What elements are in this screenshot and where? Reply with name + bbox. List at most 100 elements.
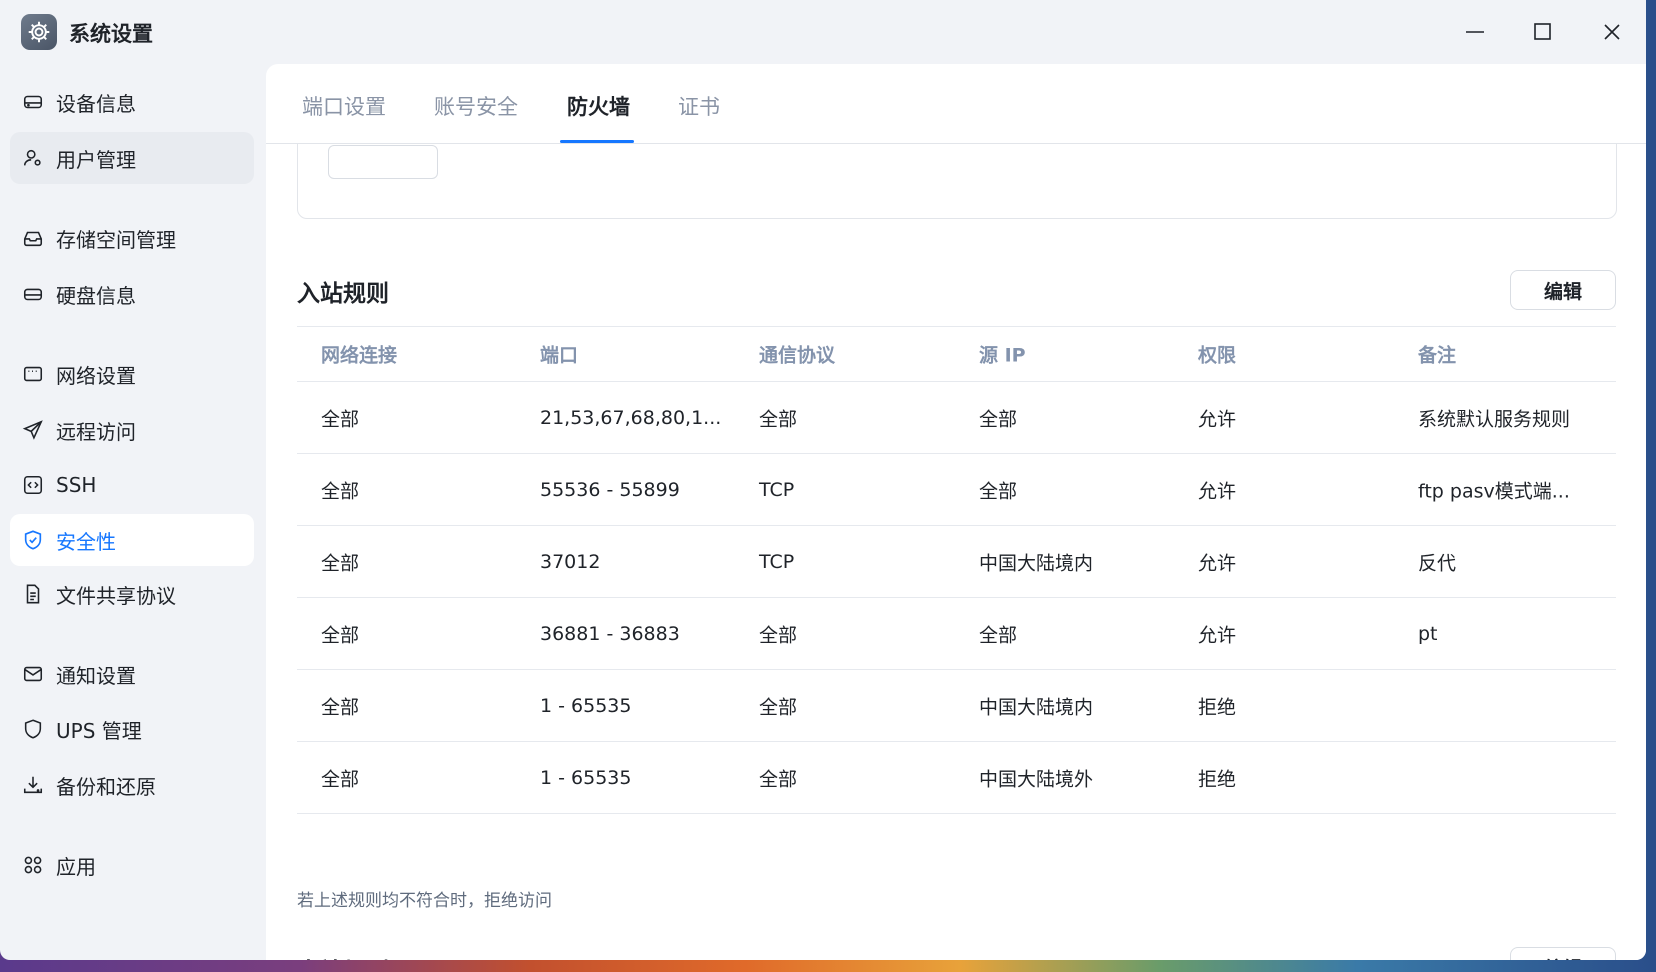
table-row: 全部 37012 TCP 中国大陆境内 允许 反代: [297, 526, 1616, 598]
tab-account-security[interactable]: 账号安全: [434, 91, 518, 121]
sidebar-item-label: 用户管理: [56, 147, 136, 172]
table-row: 全部 1 - 65535 全部 中国大陆境内 拒绝: [297, 670, 1616, 742]
cell-protocol: TCP: [759, 550, 795, 573]
cell-permission: 拒绝: [1198, 696, 1237, 718]
card-button[interactable]: [328, 145, 438, 179]
table-body: 全部 21,53,67,68,80,1... 全部 全部 允许 系统默认服务规则 全部 555…: [297, 382, 1616, 814]
settings-window: 系统设置 设备信息 用户管理 存储空间管理 硬盘信息 网络设置 远程访问 SSH…: [0, 0, 1646, 960]
sidebar-item-notification[interactable]: 通知设置: [10, 648, 254, 700]
window-title: 系统设置: [69, 22, 153, 46]
sidebar-item-user-management[interactable]: 用户管理: [10, 132, 254, 184]
sidebar-item-ssh[interactable]: SSH: [10, 459, 254, 511]
network-icon: [22, 363, 44, 385]
tab-firewall[interactable]: 防火墙: [567, 91, 630, 121]
sidebar-item-label: UPS 管理: [56, 718, 142, 743]
device-icon: [22, 91, 44, 113]
tab-certificate[interactable]: 证书: [678, 91, 720, 121]
table-header: 网络连接 端口 通信协议 源 IP 权限 备注: [297, 326, 1616, 382]
sidebar-item-ups[interactable]: UPS 管理: [10, 703, 254, 755]
sidebar-item-file-sharing[interactable]: 文件共享协议: [10, 568, 254, 620]
title-bar: 系统设置: [0, 0, 1646, 64]
main-panel: 端口设置 账号安全 防火墙 证书 入站规则 编辑 网络连接 端口 通信协议 源 …: [266, 64, 1646, 960]
cell-protocol: 全部: [759, 624, 798, 646]
cell-port: 1 - 65535: [540, 694, 632, 717]
table-row: 全部 1 - 65535 全部 中国大陆境外 拒绝: [297, 742, 1616, 814]
cell-network: 全部: [321, 696, 360, 718]
column-header-protocol: 通信协议: [759, 344, 836, 367]
sidebar-item-label: 安全性: [56, 529, 116, 554]
cell-permission: 允许: [1198, 624, 1237, 646]
content-scroll-area[interactable]: 入站规则 编辑 网络连接 端口 通信协议 源 IP 权限 备注 全部 21,53,…: [266, 144, 1646, 960]
cell-protocol: 全部: [759, 696, 798, 718]
cell-remark: 系统默认服务规则: [1418, 408, 1571, 430]
column-header-permission: 权限: [1198, 344, 1237, 367]
cell-port: 21,53,67,68,80,1...: [540, 406, 722, 429]
sidebar-item-label: 硬盘信息: [56, 283, 136, 308]
sidebar-item-storage[interactable]: 存储空间管理: [10, 212, 254, 264]
user-icon: [22, 147, 44, 169]
cell-permission: 允许: [1198, 552, 1237, 574]
active-tab-indicator: [560, 140, 634, 143]
cell-network: 全部: [321, 480, 360, 502]
cell-protocol: 全部: [759, 768, 798, 790]
sidebar-item-label: 应用: [56, 854, 96, 879]
close-button[interactable]: [1590, 14, 1634, 50]
sidebar-item-label: 备份和还原: [56, 774, 156, 799]
default-deny-note: 若上述规则均不符合时，拒绝访问: [297, 891, 552, 911]
sidebar-item-label: 文件共享协议: [56, 583, 176, 608]
maximize-button[interactable]: [1521, 14, 1565, 50]
sidebar-item-label: SSH: [56, 473, 97, 497]
send-icon: [22, 419, 44, 441]
sidebar-item-label: 网络设置: [56, 363, 136, 388]
document-icon: [22, 583, 44, 605]
table-row: 全部 36881 - 36883 全部 全部 允许 pt: [297, 598, 1616, 670]
cell-network: 全部: [321, 768, 360, 790]
cell-port: 55536 - 55899: [540, 478, 680, 501]
cell-source-ip: 中国大陆境外: [979, 768, 1094, 790]
sidebar-item-security[interactable]: 安全性: [10, 514, 254, 566]
settings-app-icon: [21, 14, 57, 50]
table-row: 全部 55536 - 55899 TCP 全部 允许 ftp pasv模式端...: [297, 454, 1616, 526]
cell-network: 全部: [321, 552, 360, 574]
minimize-button[interactable]: [1453, 14, 1497, 50]
cell-source-ip: 中国大陆境内: [979, 696, 1094, 718]
firewall-settings-card: [297, 144, 1617, 219]
inbound-edit-button[interactable]: 编辑: [1510, 270, 1616, 310]
column-header-remark: 备注: [1418, 344, 1457, 367]
cell-remark: ftp pasv模式端...: [1418, 480, 1570, 502]
sidebar-item-label: 远程访问: [56, 419, 136, 444]
storage-icon: [22, 227, 44, 249]
cell-permission: 允许: [1198, 408, 1237, 430]
cell-port: 36881 - 36883: [540, 622, 680, 645]
cell-permission: 允许: [1198, 480, 1237, 502]
cell-source-ip: 中国大陆境内: [979, 552, 1094, 574]
cell-network: 全部: [321, 408, 360, 430]
column-header-network: 网络连接: [321, 344, 398, 367]
outbound-edit-button[interactable]: 编辑: [1510, 947, 1616, 960]
column-header-source-ip: 源 IP: [979, 344, 1026, 367]
cell-source-ip: 全部: [979, 408, 1018, 430]
sidebar-item-disk-info[interactable]: 硬盘信息: [10, 268, 254, 320]
cell-network: 全部: [321, 624, 360, 646]
tab-port-settings[interactable]: 端口设置: [302, 91, 386, 121]
shield-check-icon: [22, 529, 44, 551]
download-icon: [22, 774, 44, 796]
cell-source-ip: 全部: [979, 480, 1018, 502]
cell-protocol: 全部: [759, 408, 798, 430]
cell-protocol: TCP: [759, 478, 795, 501]
sidebar-item-label: 存储空间管理: [56, 227, 176, 252]
cell-permission: 拒绝: [1198, 768, 1237, 790]
sidebar-item-apps[interactable]: 应用: [10, 839, 254, 891]
column-header-port: 端口: [540, 344, 579, 367]
tab-bar: 端口设置 账号安全 防火墙 证书: [266, 64, 1646, 144]
cell-port: 1 - 65535: [540, 766, 632, 789]
inbound-rules-title: 入站规则: [297, 281, 389, 307]
cell-remark: pt: [1418, 622, 1438, 645]
sidebar-item-network[interactable]: 网络设置: [10, 348, 254, 400]
sidebar-item-backup[interactable]: 备份和还原: [10, 759, 254, 811]
inbound-rules-table: 网络连接 端口 通信协议 源 IP 权限 备注 全部 21,53,67,68,80…: [297, 326, 1616, 814]
shield-icon: [22, 718, 44, 740]
sidebar-item-device-info[interactable]: 设备信息: [10, 76, 254, 128]
sidebar-item-remote-access[interactable]: 远程访问: [10, 404, 254, 456]
cell-source-ip: 全部: [979, 624, 1018, 646]
